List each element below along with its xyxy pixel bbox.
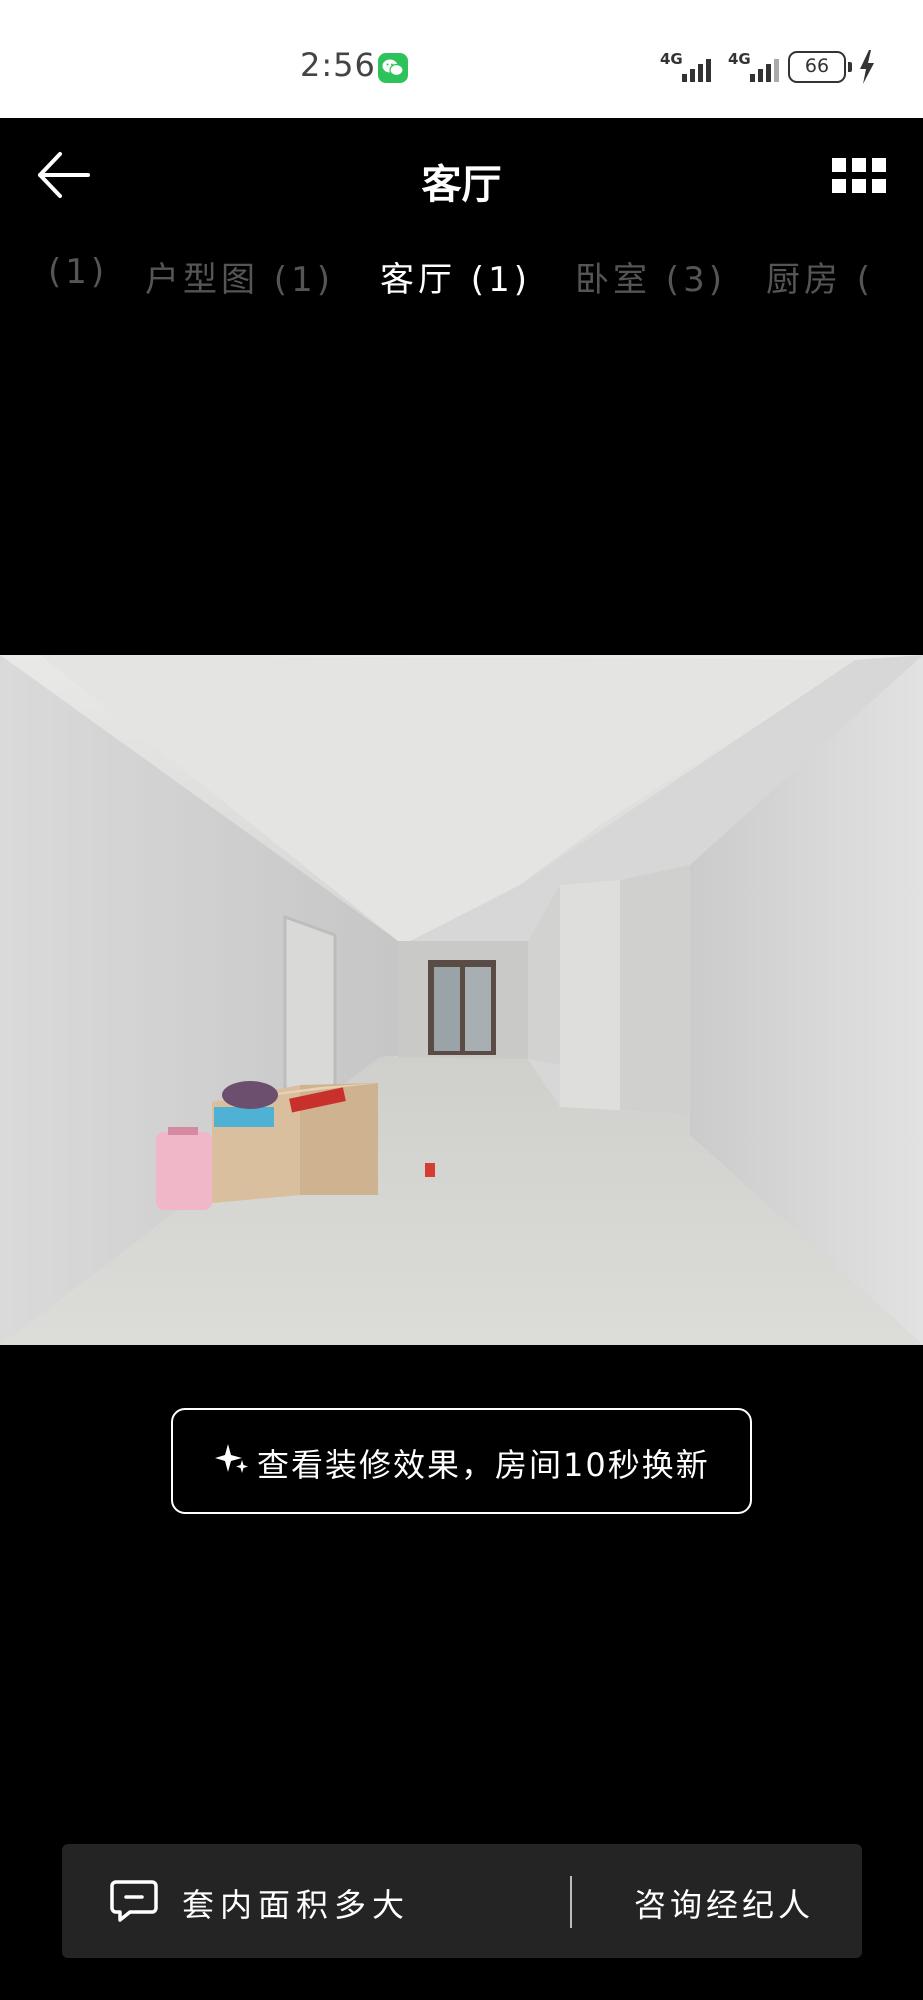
battery-level: 66 <box>804 55 830 77</box>
divider <box>570 1876 572 1928</box>
tab-floor-plan[interactable]: 户型图 (1) <box>145 252 334 301</box>
wechat-icon <box>378 53 408 83</box>
charging-icon <box>858 50 876 88</box>
view-decoration-label: 查看装修效果，房间10秒换新 <box>257 1446 710 1484</box>
page-title: 客厅 <box>421 162 502 208</box>
signal-icon-2: 4G <box>728 50 788 84</box>
bottom-action-bar: 套内面积多大 咨询经纪人 <box>62 1844 862 1958</box>
room-photo-illustration <box>0 655 923 1345</box>
room-tabs: (1) 户型图 (1) 客厅 (1) 卧室 (3) 厨房 ( <box>0 242 923 312</box>
signal-icon: 4G <box>660 50 720 84</box>
tab-kitchen[interactable]: 厨房 ( <box>766 252 874 301</box>
header: 客厅 <box>0 118 923 238</box>
network-type-2: 4G <box>728 50 751 68</box>
status-time: 2:56 <box>300 46 376 84</box>
sparkle-icon <box>215 1442 249 1480</box>
battery-tip <box>848 62 852 72</box>
view-decoration-button[interactable]: 查看装修效果，房间10秒换新 <box>171 1408 752 1514</box>
consult-agent-button[interactable]: 咨询经纪人 <box>634 1880 814 1926</box>
battery-icon: 66 <box>788 51 846 83</box>
tab-bedroom[interactable]: 卧室 (3) <box>575 252 726 301</box>
status-bar: 2:56 4G 4G 66 <box>0 0 923 118</box>
chat-bubble-icon <box>110 1878 158 1928</box>
ask-area-question[interactable]: 套内面积多大 <box>182 1880 410 1926</box>
room-photo[interactable] <box>0 655 923 1345</box>
tab-living-room[interactable]: 客厅 (1) <box>380 252 531 301</box>
network-type-1: 4G <box>660 50 683 68</box>
grid-menu-icon[interactable] <box>832 158 886 194</box>
tab-previous[interactable]: (1) <box>48 252 108 292</box>
